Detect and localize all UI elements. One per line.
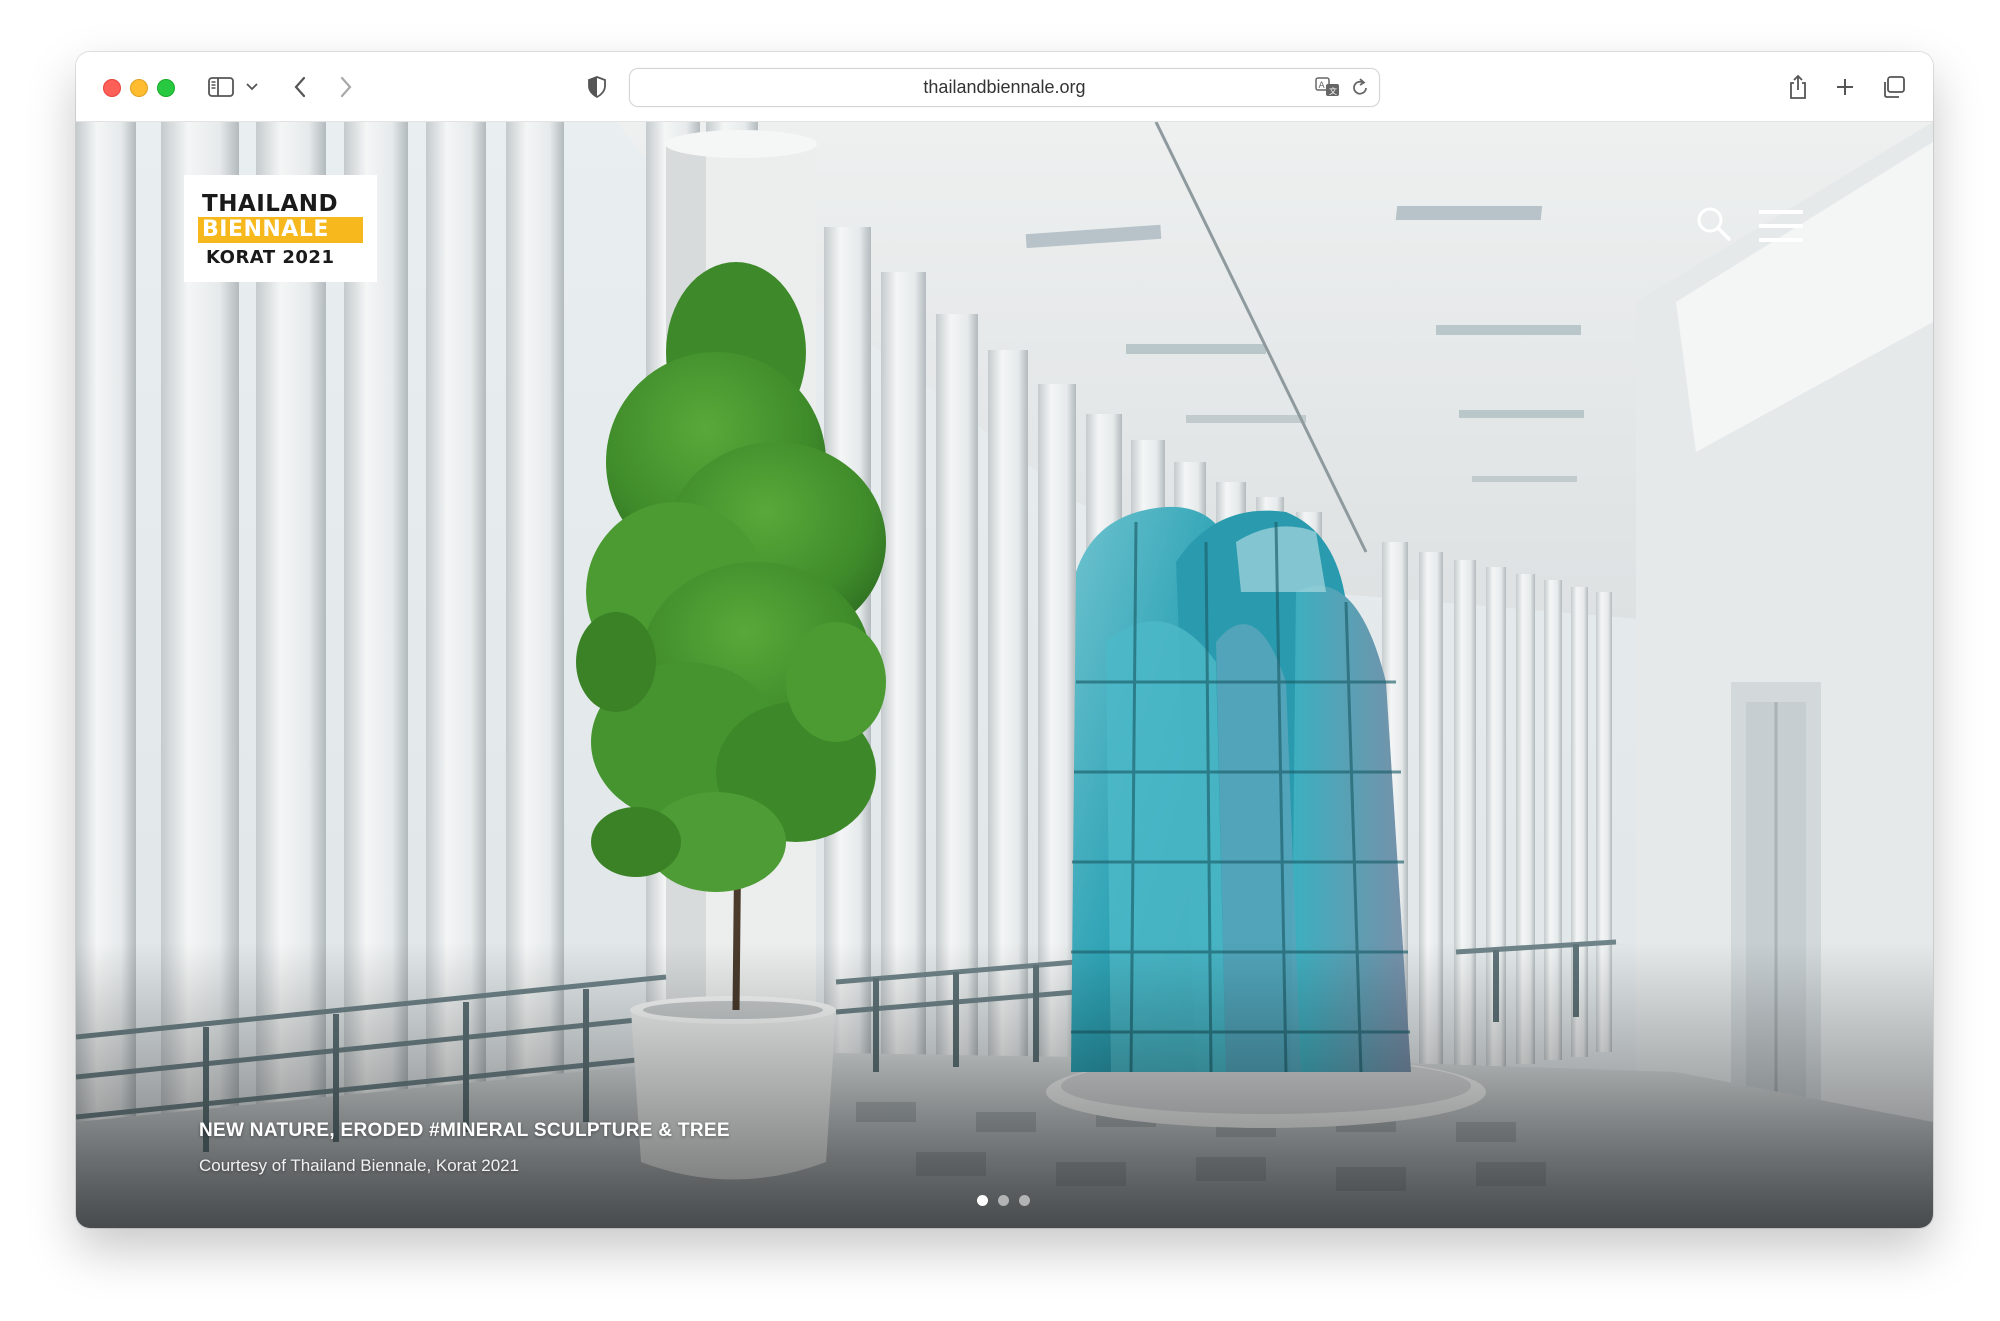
slider-dot-3[interactable] [1019,1195,1030,1206]
hero-image [76,122,1933,1228]
shield-icon[interactable] [585,72,609,102]
slider-dot-2[interactable] [998,1195,1009,1206]
slider-dot-1[interactable] [977,1195,988,1206]
url-text[interactable]: thailandbiennale.org [630,69,1379,106]
chevron-left-icon[interactable] [288,72,312,102]
hero-caption-subtitle: Courtesy of Thailand Biennale, Korat 202… [199,1156,520,1175]
browser-toolbar: thailandbiennale.org A文 [76,52,1933,122]
sidebar-icon[interactable] [206,72,236,102]
share-icon[interactable] [1786,72,1810,102]
svg-text:文: 文 [1329,86,1337,96]
logo-text-line1: THAILAND [202,191,339,217]
hero-caption-title: NEW NATURE, ERODED #MINERAL SCULPTURE & … [199,1120,730,1141]
web-page: THAILAND BIENNALE KORAT 2021 NEW NATURE,… [76,122,1933,1228]
chevron-down-icon[interactable] [243,72,261,102]
tabs-overview-icon[interactable] [1880,72,1908,102]
address-bar[interactable]: thailandbiennale.org A文 [629,68,1380,107]
browser-window: thailandbiennale.org A文 THAILAND BIENNAL… [76,52,1933,1228]
minimize-window-button[interactable] [130,79,148,97]
plus-icon[interactable] [1833,72,1857,102]
logo-text-line2: BIENNALE [198,217,363,243]
logo-text-line3: KORAT 2021 [206,247,335,268]
search-icon[interactable] [1696,206,1732,242]
chevron-right-icon[interactable] [334,72,358,102]
reload-icon[interactable] [1351,77,1369,102]
close-window-button[interactable] [103,79,121,97]
svg-text:A: A [1319,81,1326,91]
slider-pagination [977,1195,1030,1206]
translate-icon[interactable]: A文 [1315,77,1341,102]
site-logo[interactable]: THAILAND BIENNALE KORAT 2021 [184,175,377,282]
hamburger-menu-icon[interactable] [1759,210,1807,246]
zoom-window-button[interactable] [157,79,175,97]
